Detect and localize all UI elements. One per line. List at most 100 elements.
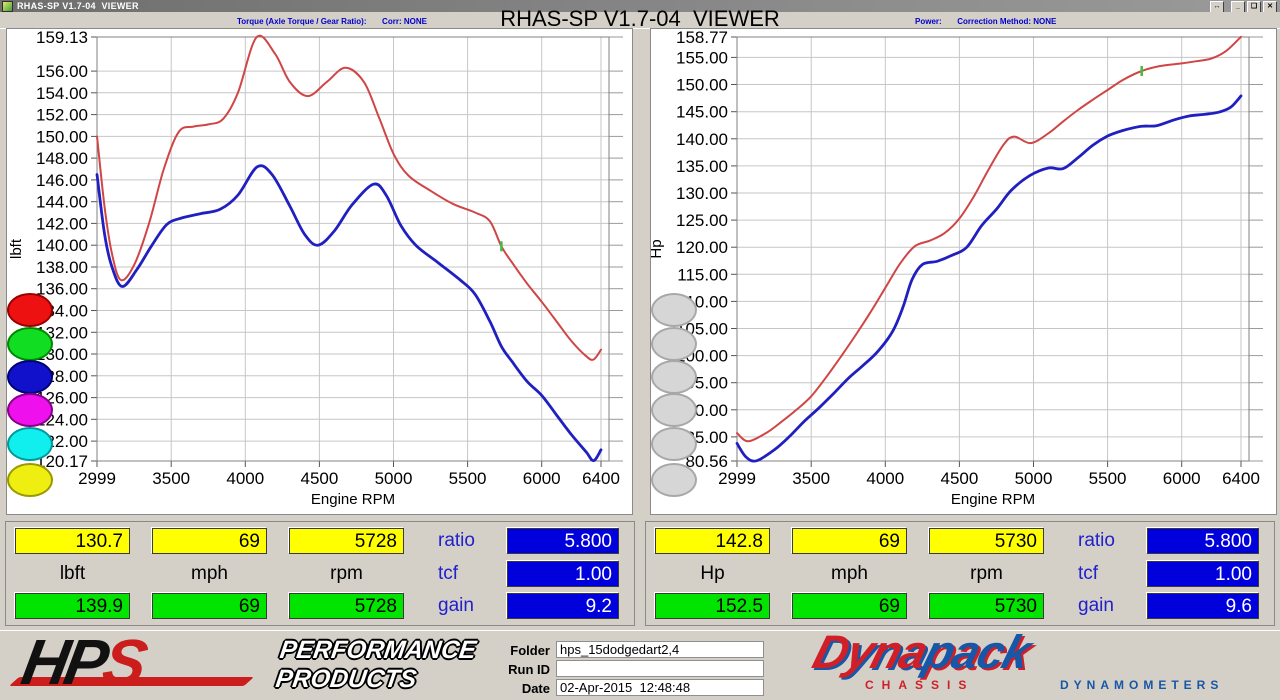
rpm-unit-label: rpm [929, 561, 1044, 587]
hps-products-text: PRODUCTS [274, 665, 474, 694]
torque-readout-panel: 130.7 69 5728 lbft mph rpm 139.9 69 5728… [5, 521, 635, 626]
svg-text:125.00: 125.00 [676, 211, 728, 230]
torque-cursor-mph-box: 69 [152, 528, 267, 554]
svg-text:4000: 4000 [866, 469, 904, 488]
run-slot-circle-2[interactable] [651, 327, 697, 361]
hps-letters-black: HP [17, 626, 111, 698]
svg-text:6400: 6400 [1222, 469, 1260, 488]
footer: HPS PERFORMANCE PRODUCTS Folder Run ID D… [0, 630, 1280, 700]
ratio-label: ratio [438, 528, 475, 554]
power-peak-mph-box: 69 [792, 593, 907, 619]
svg-text:3500: 3500 [152, 469, 190, 488]
svg-text:144.00: 144.00 [36, 193, 88, 212]
svg-text:5500: 5500 [449, 469, 487, 488]
run-slot-circle-3[interactable] [651, 360, 697, 394]
svg-text:2999: 2999 [78, 469, 116, 488]
torque-cursor-rpm-box: 5728 [289, 528, 404, 554]
run-legend-circle-4[interactable] [7, 393, 53, 427]
power-cursor-value-box: 142.8 [655, 528, 770, 554]
power-unit-label: Hp [655, 561, 770, 587]
svg-text:5000: 5000 [375, 469, 413, 488]
measured-power-blue [737, 96, 1241, 461]
svg-text:135.00: 135.00 [676, 157, 728, 176]
run-slot-circle-6[interactable] [651, 463, 697, 497]
tcf-value-box: 1.00 [1147, 561, 1259, 587]
measured-torque-blue [97, 166, 601, 461]
torque-peak-mph-box: 69 [152, 593, 267, 619]
power-chart[interactable]: 158.77155.00150.00145.00140.00135.00130.… [651, 29, 1278, 516]
svg-text:2999: 2999 [718, 469, 756, 488]
power-readout-panel: 142.8 69 5730 Hp mph rpm 152.5 69 5730 r… [645, 521, 1275, 626]
tcf-label: tcf [1078, 561, 1098, 587]
svg-text:156.00: 156.00 [36, 62, 88, 81]
run-legend-circle-1[interactable] [7, 293, 53, 327]
gain-label: gain [438, 593, 474, 619]
run-id-input[interactable] [556, 660, 764, 677]
rpm-unit-label: rpm [289, 561, 404, 587]
dynapack-word-blue: pack [918, 625, 1036, 678]
svg-text:146.00: 146.00 [36, 171, 88, 190]
svg-text:Engine RPM: Engine RPM [951, 491, 1035, 508]
torque-peak-rpm-box: 5728 [289, 593, 404, 619]
date-input[interactable] [556, 679, 764, 696]
run-legend-circle-6[interactable] [7, 463, 53, 497]
svg-text:150.00: 150.00 [676, 76, 728, 95]
ratio-label: ratio [1078, 528, 1115, 554]
gain-label: gain [1078, 593, 1114, 619]
svg-text:120.00: 120.00 [676, 238, 728, 257]
folder-label: Folder [488, 643, 550, 658]
svg-text:Engine RPM: Engine RPM [311, 491, 395, 508]
corrected-torque-red [97, 36, 601, 360]
svg-text:158.77: 158.77 [676, 29, 728, 47]
power-cursor-mph-box: 69 [792, 528, 907, 554]
torque-chart[interactable]: 159.13156.00154.00152.00150.00148.00146.… [7, 29, 634, 516]
power-cursor-rpm-box: 5730 [929, 528, 1044, 554]
run-slot-circle-4[interactable] [651, 393, 697, 427]
run-id-label: Run ID [488, 662, 550, 677]
hps-performance-text: PERFORMANCE [278, 636, 478, 665]
run-legend-circle-3[interactable] [7, 360, 53, 394]
gain-value-box: 9.6 [1147, 593, 1259, 619]
svg-text:lbft: lbft [8, 238, 25, 259]
torque-peak-value-box: 139.9 [15, 593, 130, 619]
svg-text:6000: 6000 [1163, 469, 1201, 488]
power-peak-value-box: 152.5 [655, 593, 770, 619]
torque-header-label: Torque (Axle Torque / Gear Ratio): Corr:… [237, 17, 427, 26]
svg-text:138.00: 138.00 [36, 258, 88, 277]
svg-text:4500: 4500 [940, 469, 978, 488]
run-legend-circle-5[interactable] [7, 427, 53, 461]
svg-text:159.13: 159.13 [36, 29, 88, 47]
folder-input[interactable] [556, 641, 764, 658]
date-label: Date [488, 681, 550, 696]
ratio-value-box: 5.800 [1147, 528, 1259, 554]
run-slot-circle-1[interactable] [651, 293, 697, 327]
dynapack-dynamometers-text: DYNAMOMETERS [1060, 678, 1223, 692]
torque-chart-panel: 159.13156.00154.00152.00150.00148.00146.… [6, 28, 633, 515]
dynapack-logo: Dynapack CHASSIS DYNAMOMETERS [815, 632, 1270, 698]
svg-text:115.00: 115.00 [677, 265, 728, 284]
gain-value-box: 9.2 [507, 593, 619, 619]
svg-text:Hp: Hp [651, 239, 665, 258]
dynapack-chassis-text: CHASSIS [865, 678, 974, 692]
mph-unit-label: mph [792, 561, 907, 587]
tcf-value-box: 1.00 [507, 561, 619, 587]
power-chart-panel: 158.77155.00150.00145.00140.00135.00130.… [650, 28, 1277, 515]
corrected-power-red [737, 37, 1241, 442]
svg-text:6400: 6400 [582, 469, 620, 488]
svg-text:154.00: 154.00 [36, 84, 88, 103]
hps-logo: HPS PERFORMANCE PRODUCTS [18, 633, 468, 698]
svg-text:140.00: 140.00 [36, 236, 88, 255]
run-slot-circle-5[interactable] [651, 427, 697, 461]
svg-text:142.00: 142.00 [36, 214, 88, 233]
dynapack-word-red: Dyna [807, 625, 933, 678]
svg-text:140.00: 140.00 [676, 130, 728, 149]
svg-text:155.00: 155.00 [676, 48, 728, 67]
power-peak-rpm-box: 5730 [929, 593, 1044, 619]
svg-text:5500: 5500 [1089, 469, 1127, 488]
tcf-label: tcf [438, 561, 458, 587]
svg-text:4000: 4000 [226, 469, 264, 488]
power-header-label: Power: Correction Method: NONE [915, 17, 1056, 26]
svg-text:152.00: 152.00 [36, 106, 88, 125]
mph-unit-label: mph [152, 561, 267, 587]
run-legend-circle-2[interactable] [7, 327, 53, 361]
